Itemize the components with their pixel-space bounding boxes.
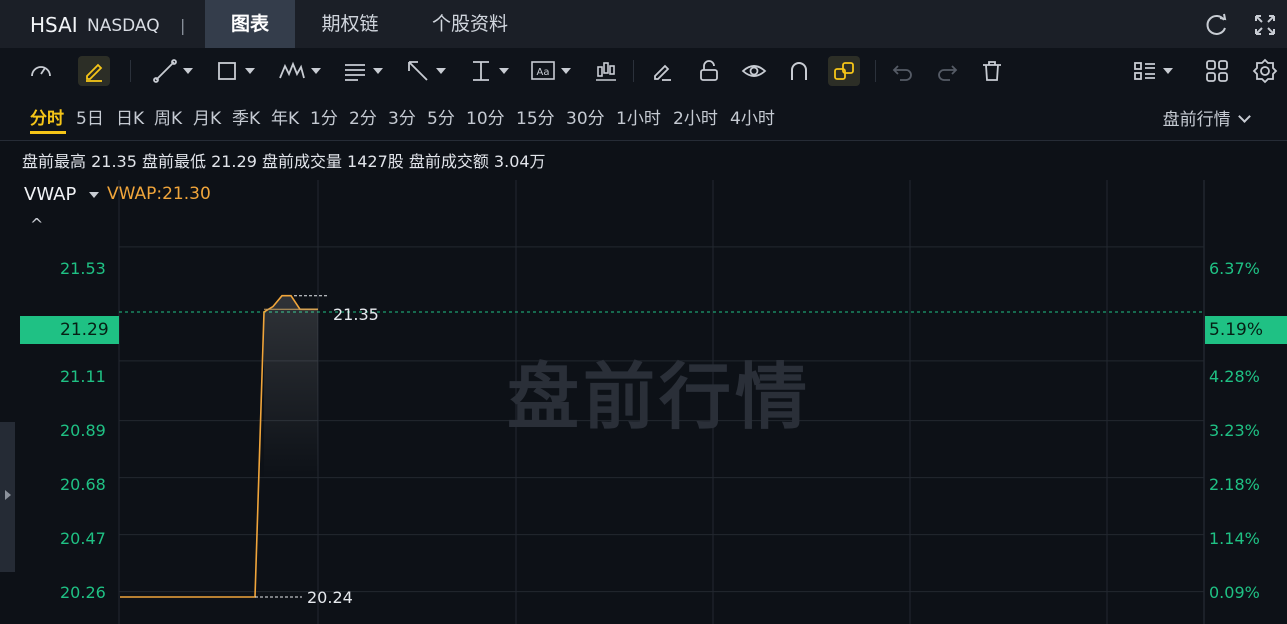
indicator-value: VWAP:21.30: [107, 184, 211, 204]
exchange-label: NASDAQ: [87, 16, 160, 36]
tab-options-chain[interactable]: 期权链: [300, 0, 400, 48]
indicator-name[interactable]: VWAP: [24, 184, 76, 205]
period-1h[interactable]: 1小时: [616, 104, 661, 129]
y-tick-left: 21.53: [60, 259, 106, 278]
high-price-label: 21.35: [333, 305, 379, 324]
period-yearly[interactable]: 年K: [271, 104, 299, 129]
period-2h[interactable]: 2小时: [673, 104, 718, 129]
side-panel-handle[interactable]: [0, 422, 15, 572]
period-10m[interactable]: 10分: [466, 104, 505, 129]
y-tick-right: 1.14%: [1209, 529, 1260, 548]
price-line: [120, 294, 318, 598]
period-bar: 分时 5日 日K 周K 月K 季K 年K 1分 2分 3分 5分 10分 15分…: [0, 94, 1287, 141]
tab-stock-profile[interactable]: 个股资料: [405, 0, 535, 48]
y-tick-right: 3.23%: [1209, 421, 1260, 440]
period-2m[interactable]: 2分: [349, 104, 377, 129]
refresh-icon[interactable]: [1204, 12, 1230, 38]
period-4h[interactable]: 4小时: [730, 104, 775, 129]
chart-watermark: 盘前行情: [507, 355, 812, 439]
y-tick-right: 0.09%: [1209, 583, 1260, 602]
y-tick-left: 20.89: [60, 421, 106, 440]
arrow-icon[interactable]: [405, 56, 446, 86]
y-tick-right: 6.37%: [1209, 259, 1260, 278]
period-monthly[interactable]: 月K: [193, 104, 221, 129]
grid-layout-icon[interactable]: [1204, 56, 1230, 86]
eye-icon[interactable]: [741, 56, 767, 86]
trendline-icon[interactable]: [152, 56, 193, 86]
speedometer-icon[interactable]: [28, 56, 54, 86]
y-tick-left: 20.26: [60, 583, 106, 602]
fibonacci-icon[interactable]: [342, 56, 383, 86]
drawing-toolbar: Aa: [0, 48, 1287, 95]
y-tick-left: 20.47: [60, 529, 106, 548]
expand-arrow-icon: [5, 490, 11, 500]
period-5m[interactable]: 5分: [427, 104, 455, 129]
list-layout-icon[interactable]: [1132, 56, 1173, 86]
period-intraday[interactable]: 分时: [30, 104, 64, 129]
current-pct-tag: 5.19%: [1205, 316, 1287, 344]
lock-icon[interactable]: [696, 56, 722, 86]
session-select[interactable]: 盘前行情: [1162, 105, 1251, 130]
period-quarterly[interactable]: 季K: [232, 104, 260, 129]
trash-icon[interactable]: [979, 56, 1005, 86]
wave-pattern-icon[interactable]: [278, 56, 321, 86]
stock-symbol: HSAI: [30, 13, 78, 37]
magnet-icon[interactable]: [786, 56, 812, 86]
text-icon[interactable]: Aa: [530, 56, 571, 86]
link-icon[interactable]: [828, 56, 860, 86]
redo-icon[interactable]: [934, 56, 960, 86]
eraser-icon[interactable]: [649, 56, 675, 86]
fullscreen-icon[interactable]: [1252, 12, 1278, 38]
period-1m[interactable]: 1分: [310, 104, 338, 129]
svg-text:Aa: Aa: [537, 67, 550, 78]
y-tick-left: 21.11: [60, 367, 106, 386]
tab-chart[interactable]: 图表: [205, 0, 295, 48]
indicator-dropdown-icon[interactable]: [89, 192, 99, 198]
session-select-label: 盘前行情: [1162, 110, 1231, 130]
price-area: [264, 295, 318, 480]
period-30m[interactable]: 30分: [566, 104, 605, 129]
period-weekly[interactable]: 周K: [154, 104, 182, 129]
rectangle-icon[interactable]: [214, 56, 255, 86]
header-separator: |: [180, 16, 186, 35]
y-tick-right: 4.28%: [1209, 367, 1260, 386]
low-price-label: 20.24: [307, 588, 353, 607]
top-bar: HSAI NASDAQ | 图表 期权链 个股资料: [0, 0, 1287, 48]
settings-icon[interactable]: [1252, 56, 1278, 86]
chevron-down-icon: [1238, 110, 1251, 123]
period-5d[interactable]: 5日: [76, 104, 104, 129]
current-price-tag: 21.29: [20, 316, 119, 344]
y-tick-right: 2.18%: [1209, 475, 1260, 494]
y-tick-left: 20.68: [60, 475, 106, 494]
premarket-stats: 盘前最高 21.35 盘前最低 21.29 盘前成交量 1427股 盘前成交额 …: [22, 152, 546, 171]
active-period-indicator: [30, 131, 66, 134]
candlestick-icon[interactable]: [593, 56, 619, 86]
undo-icon[interactable]: [890, 56, 916, 86]
period-3m[interactable]: 3分: [388, 104, 416, 129]
collapse-icon[interactable]: ^: [30, 215, 43, 234]
period-daily[interactable]: 日K: [116, 104, 144, 129]
measure-icon[interactable]: [468, 56, 509, 86]
period-15m[interactable]: 15分: [516, 104, 555, 129]
pencil-icon[interactable]: [78, 56, 110, 86]
